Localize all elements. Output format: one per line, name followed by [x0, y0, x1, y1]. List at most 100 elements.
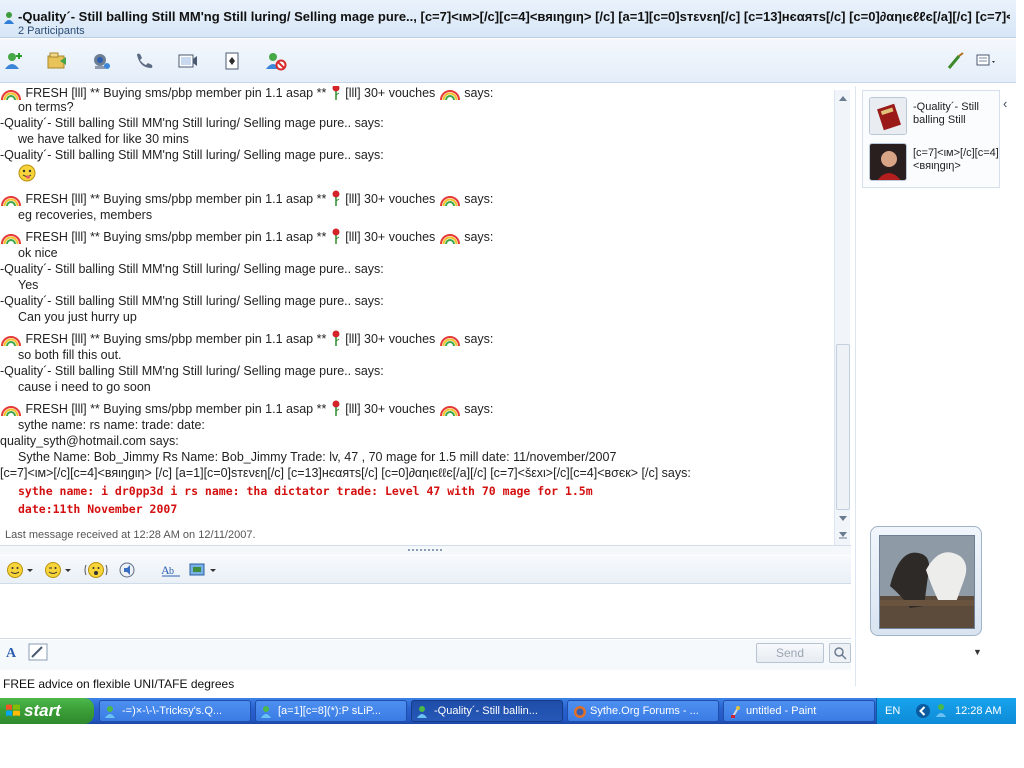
- send-files-icon[interactable]: [45, 50, 69, 72]
- rainbow-icon: [1, 90, 21, 100]
- message-header: FRESH [lll] ** Buying sms/pbp member pin…: [0, 228, 493, 244]
- message-text: sythe name: i dr0pp3d i rs name: tha dic…: [18, 484, 593, 498]
- display-picture-menu-icon[interactable]: ▼: [973, 647, 982, 657]
- clock: 12:28 AM: [955, 705, 1002, 717]
- splitter-grip[interactable]: [408, 549, 442, 551]
- sender-name: FRESH [lll] ** Buying sms/pbp member pin…: [25, 230, 327, 244]
- message-text: so both fill this out.: [18, 348, 122, 362]
- message-text: we have talked for like 30 mins: [18, 132, 189, 146]
- taskbar-item[interactable]: untitled - Paint: [723, 700, 875, 722]
- search-icon[interactable]: [829, 643, 851, 663]
- font-icon[interactable]: Ab: [160, 559, 182, 581]
- message-header: -Quality´- Still balling Still MM'ng Sti…: [0, 148, 384, 162]
- display-picture-image: [879, 535, 975, 629]
- pane-splitter[interactable]: [0, 545, 851, 555]
- scroll-down-icon[interactable]: [838, 515, 848, 523]
- display-picture[interactable]: [870, 526, 982, 636]
- message-text: sythe name: rs name: trade: date:: [18, 418, 205, 432]
- scrollbar-thumb[interactable]: [836, 344, 850, 510]
- games-icon[interactable]: [221, 50, 245, 72]
- sender-name: FRESH [lll] ** Buying sms/pbp member pin…: [25, 402, 327, 416]
- block-icon[interactable]: [264, 50, 288, 72]
- taskbar-item-active[interactable]: -Quality´- Still ballin...: [411, 700, 563, 722]
- taskbar-item[interactable]: -=)×-\-\-Tricksy's.Q...: [99, 700, 251, 722]
- rainbow-icon: [1, 234, 21, 244]
- collapse-pane-icon[interactable]: ‹: [1003, 96, 1007, 111]
- start-button[interactable]: start: [0, 698, 94, 724]
- menu-icon[interactable]: [974, 50, 998, 72]
- title-bar: -Quality´- Still balling Still MM'ng Sti…: [0, 0, 1016, 38]
- messenger-tray-icon[interactable]: [935, 702, 951, 718]
- message-input[interactable]: [0, 585, 851, 639]
- participant-name: -Quality´- Still balling Still: [913, 101, 980, 126]
- tongue-emoticon-icon: [18, 164, 36, 182]
- taskbar-item-label: [a=1][c=8](*):P sLiP...: [278, 705, 381, 717]
- ad-banner-link[interactable]: FREE advice on flexible UNI/TAFE degrees: [3, 677, 234, 691]
- video-call-icon[interactable]: [89, 50, 113, 72]
- taskbar-item[interactable]: Sythe.Org Forums - ...: [567, 700, 719, 722]
- font-style-icon[interactable]: A: [5, 644, 21, 660]
- avatar: [869, 143, 907, 181]
- invite-icon[interactable]: [2, 50, 26, 72]
- wink-icon[interactable]: [44, 559, 74, 581]
- handwriting-icon[interactable]: [28, 643, 48, 661]
- message-header: -Quality´- Still balling Still MM'ng Sti…: [0, 364, 384, 378]
- rose-icon: [332, 86, 340, 100]
- background-icon[interactable]: [188, 559, 218, 581]
- emoticon-message: [18, 164, 36, 185]
- rose-icon: [332, 228, 340, 244]
- rose-icon: [332, 400, 340, 416]
- firefox-icon: [574, 706, 586, 718]
- message-text: Yes: [18, 278, 39, 292]
- rainbow-icon: [439, 196, 460, 206]
- taskbar-item[interactable]: [a=1][c=8](*):P sLiP...: [255, 700, 407, 722]
- message-text: date:11th November 2007: [18, 502, 178, 516]
- messenger-icon: [105, 706, 115, 718]
- conversation-toolbar: [0, 39, 1016, 83]
- message-text: Sythe Name: Bob_Jimmy Rs Name: Bob_Jimmy…: [18, 450, 617, 464]
- last-message-status: Last message received at 12:28 AM on 12/…: [5, 529, 256, 541]
- participant-item[interactable]: -Quality´- Still balling Still: [867, 95, 999, 135]
- message-header: -Quality´- Still balling Still MM'ng Sti…: [0, 116, 384, 130]
- compose-bottom-bar: A: [0, 640, 851, 670]
- sender-name: FRESH [lll] ** Buying sms/pbp member pin…: [25, 192, 327, 206]
- says-label: says:: [464, 192, 494, 206]
- message-text: cause i need to go soon: [18, 380, 151, 394]
- says-label: says:: [464, 402, 494, 416]
- voice-clip-icon[interactable]: [118, 559, 138, 581]
- sender-name-extra: [lll] 30+ vouches: [345, 230, 436, 244]
- start-label: start: [24, 701, 61, 720]
- taskbar-item-label: Sythe.Org Forums - ...: [590, 705, 699, 717]
- participants-list: -Quality´- Still balling Still [c=7]<ιм>…: [862, 90, 1000, 188]
- scroll-end-icon[interactable]: [838, 531, 848, 539]
- conversation-scrollbar[interactable]: [834, 90, 850, 545]
- rainbow-icon: [1, 196, 21, 206]
- conversation-history: FRESH [lll] ** Buying sms/pbp member pin…: [0, 86, 835, 526]
- scroll-up-icon[interactable]: [838, 94, 848, 102]
- emoticon-icon[interactable]: [6, 559, 36, 581]
- message-header: FRESH [lll] ** Buying sms/pbp member pin…: [0, 190, 493, 206]
- sender-name: FRESH [lll] ** Buying sms/pbp member pin…: [25, 86, 327, 100]
- rainbow-icon: [439, 234, 460, 244]
- paint-icon: [731, 706, 740, 719]
- taskbar-item-label: -=)×-\-\-Tricksy's.Q...: [122, 705, 223, 717]
- message-header: FRESH [lll] ** Buying sms/pbp member pin…: [0, 400, 493, 416]
- nudge-icon[interactable]: [83, 559, 109, 581]
- participant-item[interactable]: [c=7]<ιм>[/c][c=4]<вяιηgιη>: [867, 141, 999, 181]
- message-text: eg recoveries, members: [18, 208, 153, 222]
- sender-name: FRESH [lll] ** Buying sms/pbp member pin…: [25, 332, 327, 346]
- call-icon[interactable]: [133, 50, 157, 72]
- message-header: FRESH [lll] ** Buying sms/pbp member pin…: [0, 86, 493, 100]
- says-label: says:: [464, 86, 494, 100]
- language-indicator[interactable]: EN: [885, 705, 900, 717]
- format-toolbar: Ab: [0, 556, 851, 584]
- tray-expand-icon[interactable]: [915, 703, 931, 719]
- send-button[interactable]: Send: [756, 643, 824, 663]
- rainbow-icon: [1, 406, 21, 416]
- window-title: -Quality´- Still balling Still MM'ng Sti…: [18, 9, 1010, 24]
- messenger-window: -Quality´- Still balling Still MM'ng Sti…: [0, 0, 1016, 696]
- activities-icon[interactable]: [176, 50, 200, 72]
- paintbrush-icon[interactable]: [944, 50, 968, 72]
- rose-icon: [332, 330, 340, 346]
- says-label: says:: [464, 332, 494, 346]
